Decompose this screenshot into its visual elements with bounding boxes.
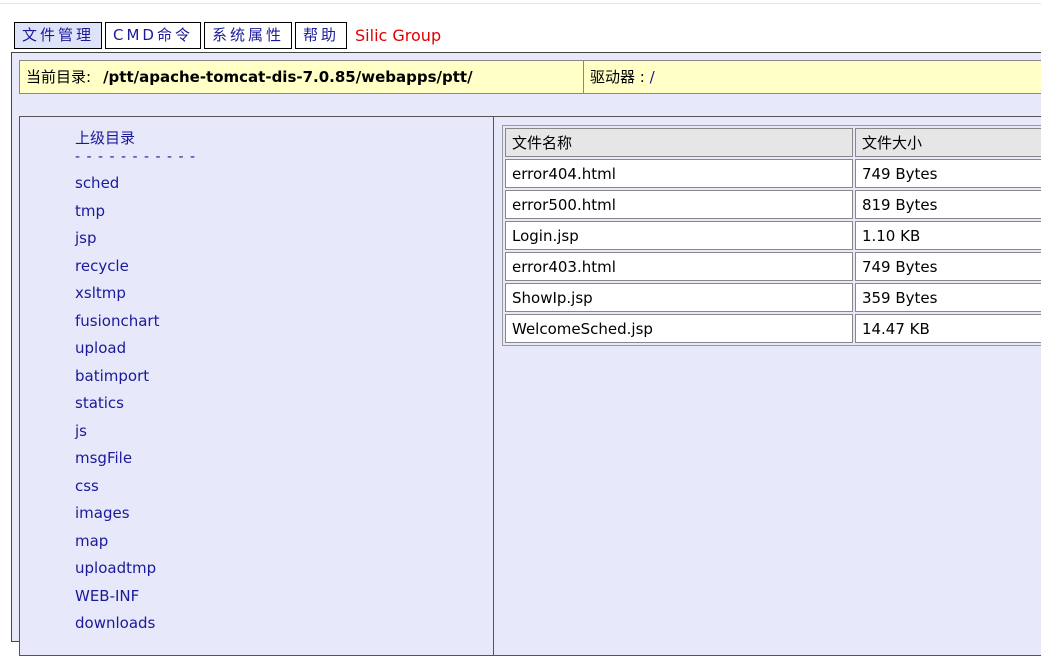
directory-link-batimport[interactable]: batimport xyxy=(75,366,196,394)
directory-link-msgfile[interactable]: msgFile xyxy=(75,448,196,476)
drive-selector: 驱动器 : / xyxy=(584,61,655,93)
directory-link-web-inf[interactable]: WEB-INF xyxy=(75,586,196,614)
tab-system-properties[interactable]: 系统属性 xyxy=(203,22,292,49)
file-name[interactable]: Login.jsp xyxy=(505,221,853,250)
directory-link-statics[interactable]: statics xyxy=(75,393,196,421)
table-row: error403.html 749 Bytes xyxy=(505,252,1041,281)
path-bar: 当前目录: /ptt/apache-tomcat-dis-7.0.85/webap… xyxy=(19,60,1041,94)
file-size: 359 Bytes xyxy=(854,283,1041,312)
column-header-size: 文件大小 xyxy=(854,128,1041,157)
file-name[interactable]: ShowIp.jsp xyxy=(505,283,853,312)
column-header-name: 文件名称 xyxy=(505,128,853,157)
table-row: ShowIp.jsp 359 Bytes xyxy=(505,283,1041,312)
directory-pane: 上级目录 - - - - - - - - - - - sched tmp jsp… xyxy=(19,116,495,656)
directory-link-upload[interactable]: upload xyxy=(75,338,196,366)
tab-help[interactable]: 帮助 xyxy=(295,22,348,49)
table-header-row: 文件名称 文件大小 xyxy=(505,128,1041,157)
directory-link-downloads[interactable]: downloads xyxy=(75,613,196,641)
file-table: 文件名称 文件大小 error404.html 749 Bytes error5… xyxy=(502,125,1041,346)
directory-link-xsltmp[interactable]: xsltmp xyxy=(75,283,196,311)
drive-label: 驱动器 : xyxy=(590,68,645,86)
directory-list: 上级目录 - - - - - - - - - - - sched tmp jsp… xyxy=(75,127,196,641)
file-size: 749 Bytes xyxy=(854,252,1041,281)
file-size: 14.47 KB xyxy=(854,314,1041,343)
drive-link[interactable]: / xyxy=(650,68,655,86)
current-directory-label: 当前目录: xyxy=(26,68,92,86)
table-row: error500.html 819 Bytes xyxy=(505,190,1041,219)
directory-separator: - - - - - - - - - - - xyxy=(75,149,197,165)
parent-directory-link[interactable]: 上级目录 xyxy=(75,127,196,149)
tab-cmd[interactable]: CMD命令 xyxy=(105,22,201,49)
directory-link-uploadtmp[interactable]: uploadtmp xyxy=(75,558,196,586)
table-row: Login.jsp 1.10 KB xyxy=(505,221,1041,250)
brand-label: Silic Group xyxy=(355,26,442,45)
file-size: 1.10 KB xyxy=(854,221,1041,250)
file-name[interactable]: error404.html xyxy=(505,159,853,188)
current-directory-path: /ptt/apache-tomcat-dis-7.0.85/webapps/pt… xyxy=(103,68,473,86)
directory-link-map[interactable]: map xyxy=(75,531,196,559)
directory-link-tmp[interactable]: tmp xyxy=(75,201,196,229)
current-directory: 当前目录: /ptt/apache-tomcat-dis-7.0.85/webap… xyxy=(20,61,584,93)
directory-link-sched[interactable]: sched xyxy=(75,173,196,201)
file-name[interactable]: error500.html xyxy=(505,190,853,219)
table-row: WelcomeSched.jsp 14.47 KB xyxy=(505,314,1041,343)
file-size: 749 Bytes xyxy=(854,159,1041,188)
file-name[interactable]: error403.html xyxy=(505,252,853,281)
file-size: 819 Bytes xyxy=(854,190,1041,219)
main-frame: 当前目录: /ptt/apache-tomcat-dis-7.0.85/webap… xyxy=(11,52,1041,656)
directory-link-images[interactable]: images xyxy=(75,503,196,531)
file-pane: 文件名称 文件大小 error404.html 749 Bytes error5… xyxy=(493,116,1041,656)
top-divider xyxy=(0,3,1041,4)
tab-file-manager[interactable]: 文件管理 xyxy=(14,22,103,49)
table-row: error404.html 749 Bytes xyxy=(505,159,1041,188)
directory-link-jsp[interactable]: jsp xyxy=(75,228,196,256)
file-name[interactable]: WelcomeSched.jsp xyxy=(505,314,853,343)
directory-link-css[interactable]: css xyxy=(75,476,196,504)
directory-link-fusionchart[interactable]: fusionchart xyxy=(75,311,196,339)
directory-link-js[interactable]: js xyxy=(75,421,196,449)
tab-bar: 文件管理 CMD命令 系统属性 帮助 Silic Group xyxy=(14,21,441,50)
directory-link-recycle[interactable]: recycle xyxy=(75,256,196,284)
